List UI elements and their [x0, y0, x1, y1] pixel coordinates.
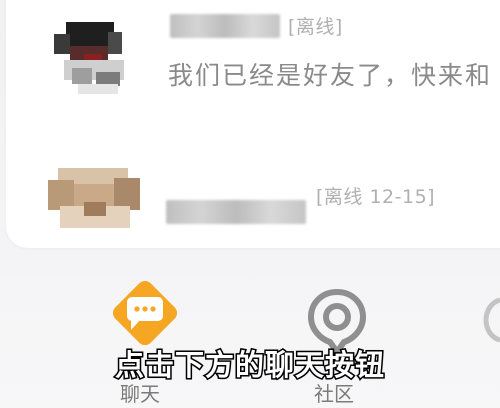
- tab-community[interactable]: 社区: [292, 262, 382, 408]
- online-status: [离线]: [288, 16, 343, 38]
- avatar: [44, 0, 136, 94]
- bottom-tab-bar: 聊天 社区: [0, 262, 500, 408]
- caption-overlay: 点击下方的聊天按钮: [113, 347, 385, 384]
- avatar: [44, 162, 148, 228]
- contact-name-obscured: [170, 14, 280, 38]
- chat-list: [离线] 我们已经是好友了，快来和 [离线 12-15]: [6, 0, 500, 248]
- app-screen: [离线] 我们已经是好友了，快来和 [离线 12-15] 聊天 社区 点击下方的…: [0, 0, 500, 408]
- online-status: [离线 12-15]: [316, 186, 436, 208]
- tab-chat[interactable]: 聊天: [100, 262, 190, 408]
- contact-name-obscured: [166, 200, 306, 224]
- message-preview: 我们已经是好友了，快来和: [168, 61, 493, 90]
